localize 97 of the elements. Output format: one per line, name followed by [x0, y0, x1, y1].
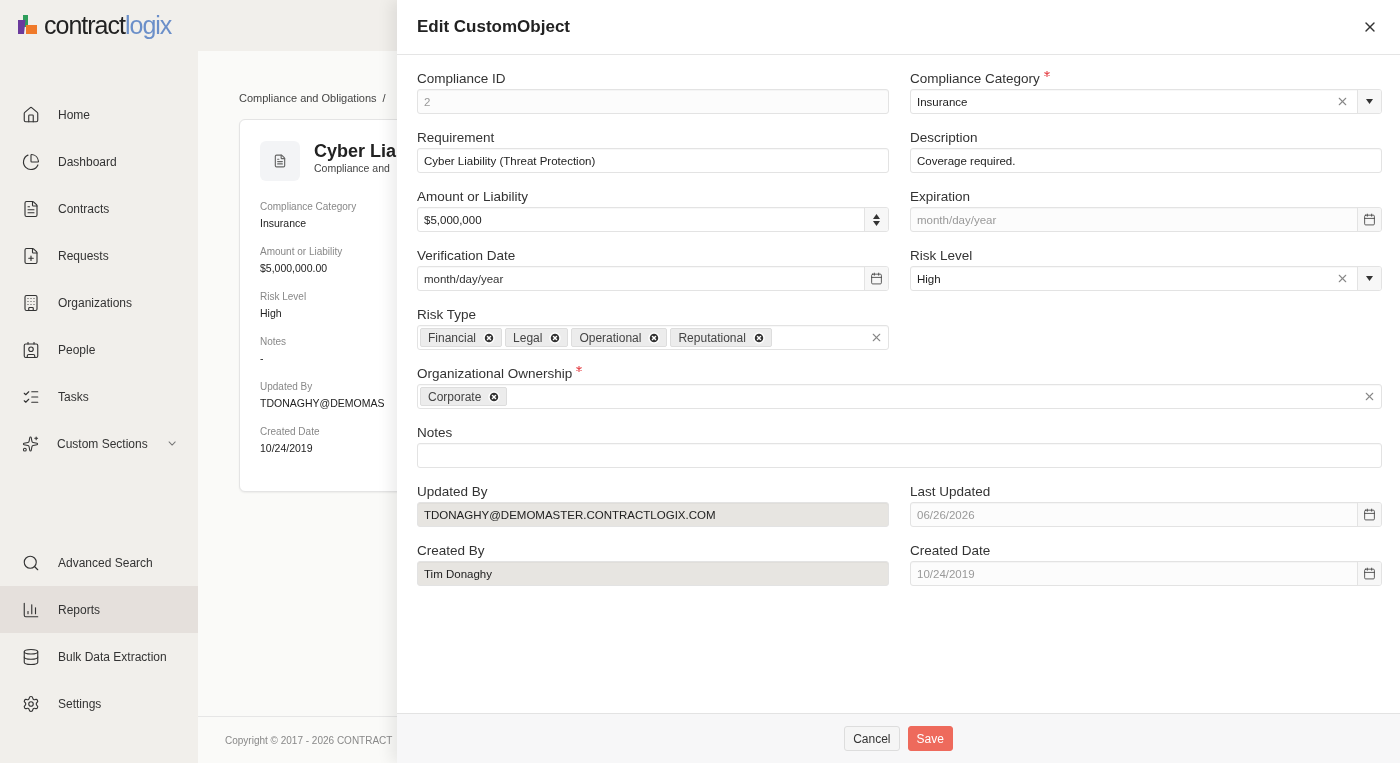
caret-down-icon: [873, 220, 880, 226]
clear-icon[interactable]: [870, 331, 883, 344]
sidebar-item[interactable]: People: [0, 326, 198, 373]
settings-icon: [22, 694, 40, 713]
calendar-button[interactable]: [864, 267, 888, 290]
tag-field[interactable]: Financial Legal Operational Reputational: [417, 325, 889, 350]
field-label: Last Updated: [910, 484, 991, 500]
calendar-icon: [1363, 213, 1376, 226]
detail-label: Compliance Category: [260, 201, 357, 212]
calendar-icon: [1363, 508, 1376, 521]
sidebar-item[interactable]: Tasks: [0, 373, 198, 420]
field-label: Description: [910, 130, 978, 146]
document-plus-icon: [22, 246, 40, 265]
date-field[interactable]: month/day/year: [417, 266, 889, 291]
detail-value: $5,000,000.00: [260, 262, 328, 274]
field-label: Notes: [417, 425, 453, 441]
detail-value: High: [260, 307, 282, 319]
tag-field[interactable]: Corporate: [417, 384, 1382, 409]
stepper-arrows[interactable]: [864, 208, 888, 231]
logo-wordmark: contractlogix: [44, 11, 172, 40]
field-label: Verification Date: [417, 248, 516, 264]
text-field[interactable]: [417, 443, 1382, 468]
detail-label: Updated By: [260, 381, 313, 392]
sidebar-item[interactable]: Contracts: [0, 185, 198, 232]
sidebar-item[interactable]: Organizations: [0, 279, 198, 326]
sidebar-item[interactable]: Dashboard: [0, 138, 198, 185]
pie-chart-icon: [22, 152, 40, 171]
caret-down-icon: [1366, 99, 1373, 104]
detail-label: Created Date: [260, 426, 320, 437]
sidebar-item[interactable]: Reports: [0, 586, 198, 633]
detail-value: TDONAGHY@DEMOMAS: [260, 397, 385, 409]
logo-icon: [18, 14, 38, 37]
text-field[interactable]: Coverage required.: [910, 148, 1382, 173]
field-label: Expiration: [910, 189, 971, 205]
remove-icon[interactable]: [488, 390, 501, 403]
clear-icon[interactable]: [1363, 390, 1376, 403]
field-label: Updated By: [417, 484, 488, 500]
dropdown-button[interactable]: [1357, 90, 1381, 113]
clear-icon[interactable]: [1336, 272, 1349, 285]
sidebar-item[interactable]: Custom Sections: [0, 420, 198, 467]
field-label: Compliance ID: [417, 71, 506, 87]
read-only-field: TDONAGHY@DEMOMASTER.CONTRACTLOGIX.COM: [417, 502, 889, 527]
detail-label: Notes: [260, 336, 287, 347]
field-label: Amount or Liability: [417, 189, 529, 205]
tag-chip: Reputational: [670, 328, 772, 347]
building-icon: [22, 293, 40, 312]
document-icon: [22, 199, 40, 218]
field-label: Created Date: [910, 543, 991, 559]
remove-icon[interactable]: [549, 331, 562, 344]
home-icon: [22, 105, 40, 124]
field-label: Created By: [417, 543, 485, 559]
select-field[interactable]: High: [910, 266, 1382, 291]
record-icon: [260, 141, 300, 181]
contact-card-icon: [22, 340, 40, 359]
field-label: Requirement: [417, 130, 495, 146]
tag-chip: Financial: [420, 328, 503, 347]
number-field[interactable]: $5,000,000: [417, 207, 889, 232]
bar-chart-icon: [22, 600, 40, 619]
field-label: Risk Level: [910, 248, 973, 264]
sidebar-item[interactable]: Bulk Data Extraction: [0, 633, 198, 680]
clear-icon[interactable]: [1336, 95, 1349, 108]
breadcrumb-separator: /: [382, 92, 386, 104]
detail-label: Amount or Liability: [260, 246, 343, 257]
field-label: Compliance Category: [910, 71, 1040, 87]
read-only-field: Tim Donaghy: [417, 561, 889, 586]
tag-chip: Legal: [505, 328, 569, 347]
copyright-text: Copyright © 2017 - 2026 CONTRACT: [225, 734, 393, 746]
detail-value: -: [260, 352, 264, 364]
up-arrow-icon: [873, 213, 880, 219]
select-field[interactable]: Insurance: [910, 89, 1382, 114]
tag-chip: Operational: [571, 328, 668, 347]
detail-value: 10/24/2019: [260, 442, 313, 454]
cancel-button[interactable]: Cancel: [844, 726, 900, 751]
sidebar-item[interactable]: Home: [0, 91, 198, 138]
calendar-icon: [1363, 567, 1376, 580]
record-title: Cyber Lia: [314, 141, 397, 162]
sidebar-item[interactable]: Requests: [0, 232, 198, 279]
database-icon: [22, 647, 40, 666]
text-field[interactable]: Cyber Liability (Threat Protection): [417, 148, 889, 173]
detail-label: Risk Level: [260, 291, 307, 302]
detail-value: Insurance: [260, 217, 307, 229]
sidebar-item[interactable]: Advanced Search: [0, 539, 198, 586]
remove-icon[interactable]: [752, 331, 765, 344]
calendar-icon: [870, 272, 883, 285]
dropdown-button[interactable]: [1357, 267, 1381, 290]
drawer-title: Edit CustomObject: [417, 17, 570, 37]
field-label: Risk Type: [417, 307, 477, 323]
remove-icon[interactable]: [483, 331, 496, 344]
sidebar-item[interactable]: Settings: [0, 680, 198, 727]
breadcrumb-link[interactable]: Compliance and Obligations: [239, 92, 377, 104]
remove-icon[interactable]: [648, 331, 661, 344]
caret-down-icon: [1366, 276, 1373, 281]
tag-chip: Corporate: [420, 387, 508, 406]
search-icon: [22, 553, 40, 572]
record-subtitle: Compliance and: [314, 162, 391, 174]
sparkles-icon: [22, 434, 39, 453]
field-label: Organizational Ownership: [417, 366, 573, 382]
